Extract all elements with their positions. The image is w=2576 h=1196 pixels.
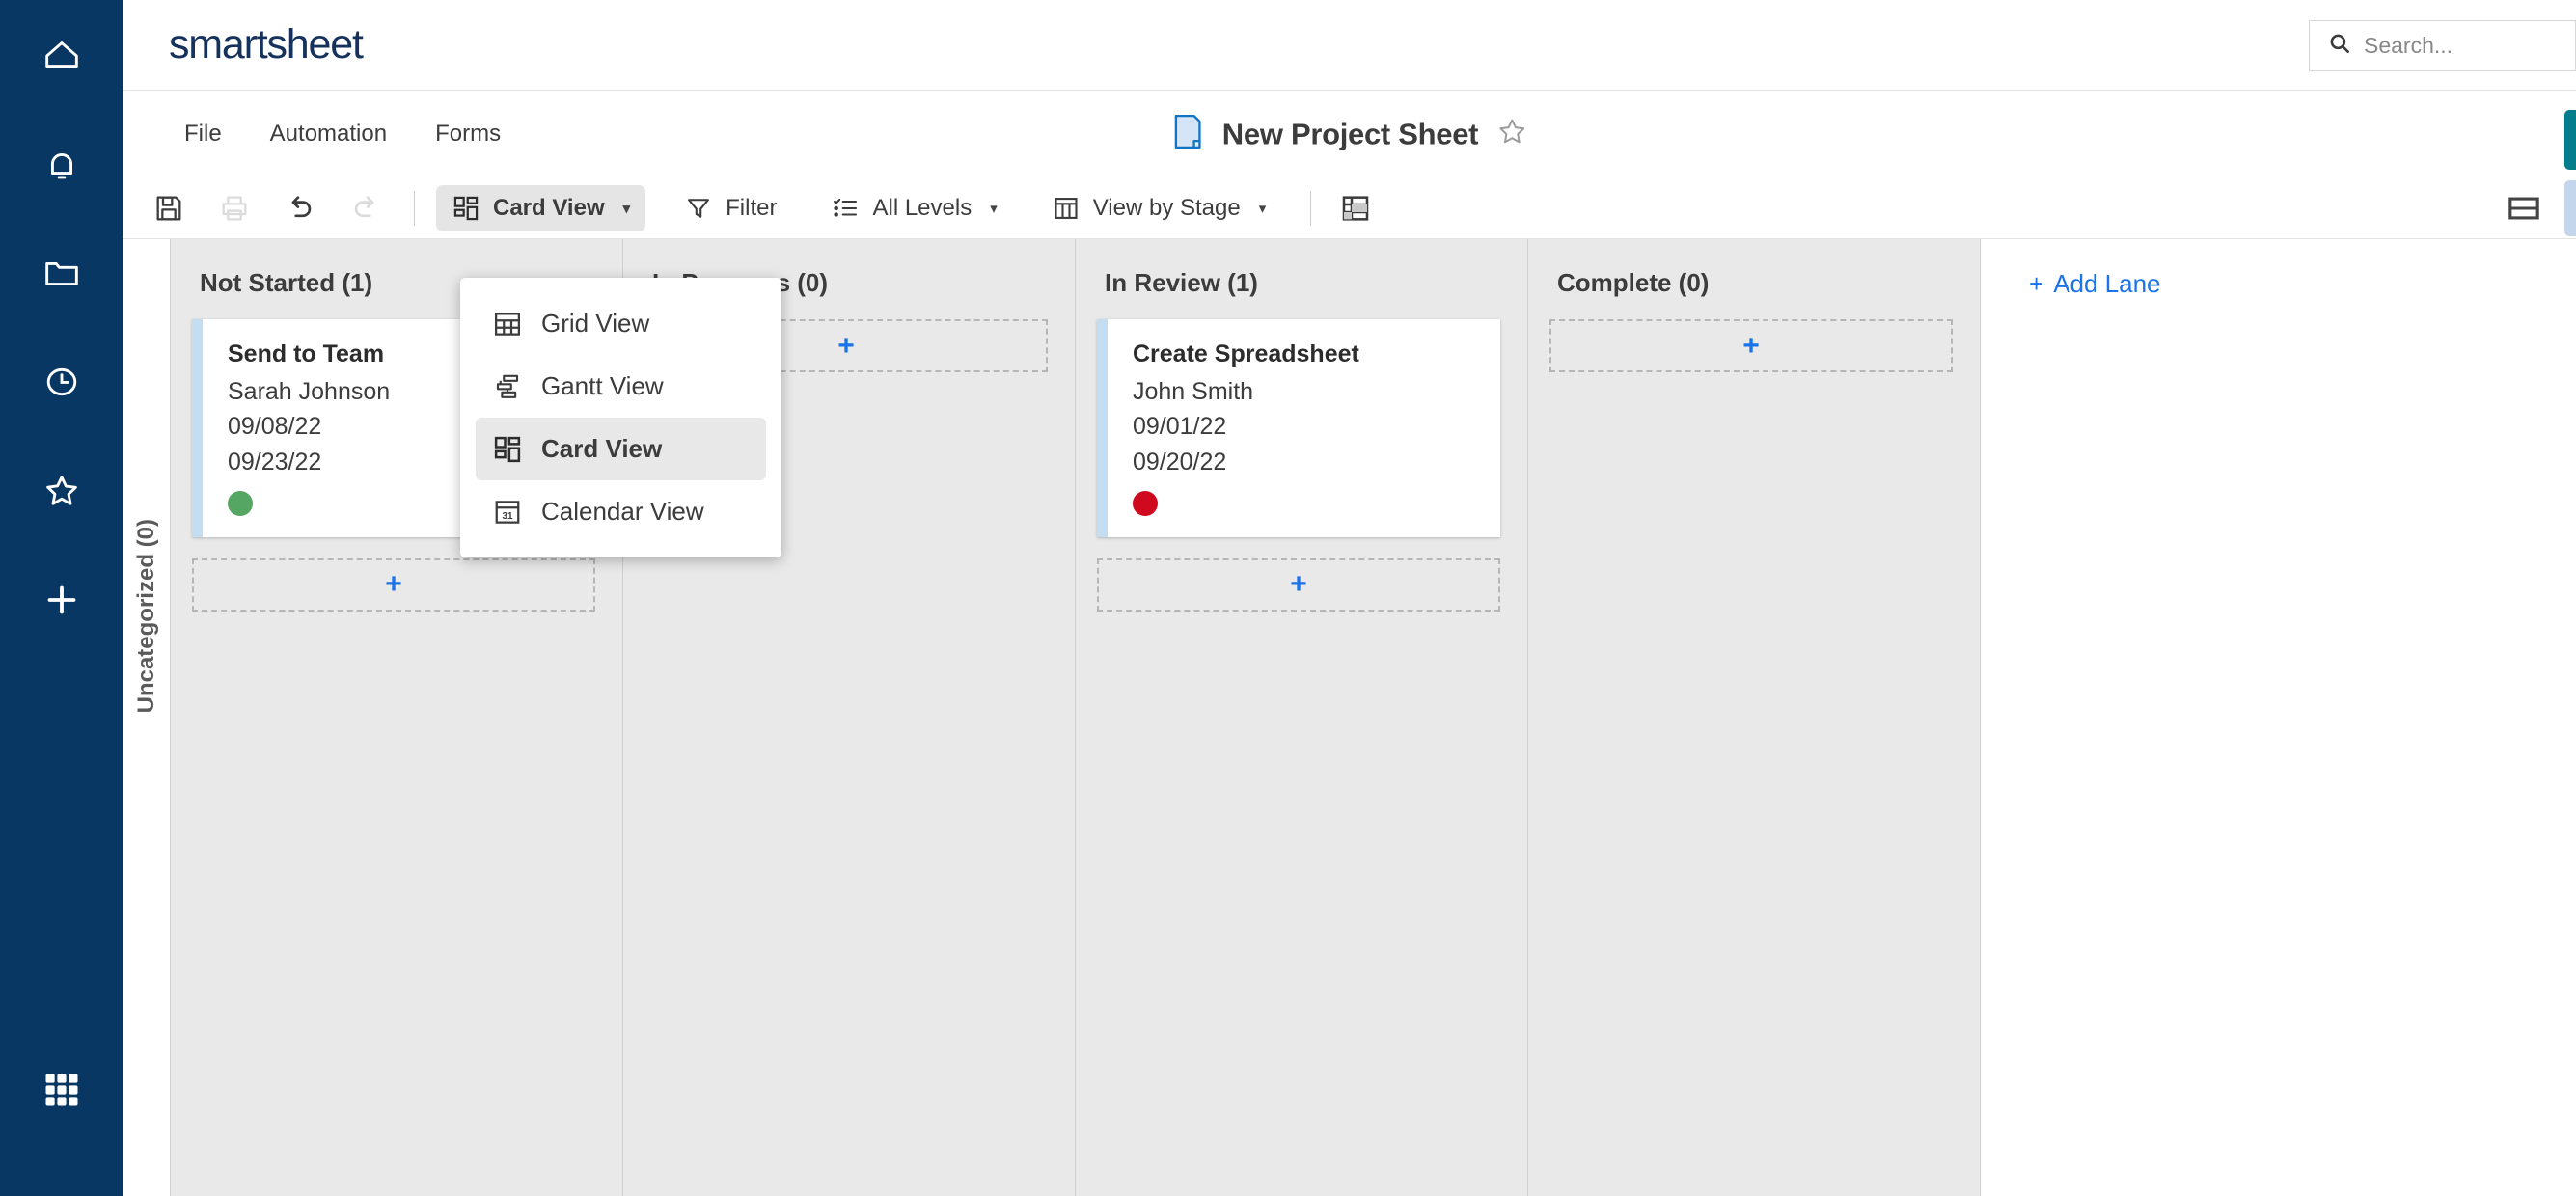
view-by-label: View by Stage bbox=[1092, 194, 1241, 221]
plus-icon: + bbox=[2029, 269, 2044, 298]
card-view-icon bbox=[493, 435, 522, 464]
smartsheet-logo[interactable]: smartsheet bbox=[169, 21, 364, 68]
page-title: New Project Sheet bbox=[1221, 117, 1479, 150]
view-selector-label: Card View bbox=[493, 194, 605, 221]
teal-side-tab[interactable] bbox=[2564, 110, 2576, 170]
lane-title: In Review (1) bbox=[1105, 268, 1258, 297]
card-item[interactable]: Create Spreadsheet John Smith 09/01/22 0… bbox=[1097, 319, 1500, 537]
home-icon[interactable] bbox=[0, 0, 123, 109]
menu-option-label: Grid View bbox=[541, 309, 650, 338]
svg-text:31: 31 bbox=[502, 510, 513, 521]
print-icon[interactable] bbox=[215, 189, 254, 228]
star-icon[interactable] bbox=[0, 436, 123, 545]
card-title: Create Spreadsheet bbox=[1133, 340, 1359, 367]
view-dropdown-menu: Grid View Gantt View Card View 31 Calend… bbox=[460, 278, 781, 557]
levels-button[interactable]: All Levels ▾ bbox=[815, 185, 1012, 231]
filter-label: Filter bbox=[726, 194, 778, 221]
menu-option-gantt-view[interactable]: Gantt View bbox=[476, 355, 766, 418]
toolbar: Card View ▾ Filter All Levels ▾ View by … bbox=[123, 177, 2576, 239]
toolbar-divider-2 bbox=[1310, 190, 1312, 226]
lane-title: Complete (0) bbox=[1557, 268, 1710, 297]
top-bar: smartsheet bbox=[123, 0, 2576, 91]
sheet-title-group: New Project Sheet bbox=[1170, 114, 1528, 155]
menu-option-grid-view[interactable]: Grid View bbox=[476, 292, 766, 355]
toolbar-divider bbox=[414, 190, 415, 226]
blue-side-tab[interactable] bbox=[2564, 180, 2576, 236]
chevron-down-icon: ▾ bbox=[990, 200, 998, 217]
smartsheet-app: smartsheet File Automation Forms New Pro… bbox=[0, 0, 2576, 1196]
menu-option-card-view[interactable]: Card View bbox=[476, 418, 766, 480]
menu-item-forms[interactable]: Forms bbox=[422, 113, 514, 155]
menu-option-calendar-view[interactable]: 31 Calendar View bbox=[476, 480, 766, 543]
swimlane-header[interactable]: Uncategorized (0) bbox=[123, 239, 171, 1196]
clock-icon[interactable] bbox=[0, 327, 123, 436]
card-view-icon bbox=[452, 194, 480, 223]
plus-icon[interactable] bbox=[0, 545, 123, 654]
lanes-container: Not Started (1) Send to Team Sarah Johns… bbox=[171, 239, 1981, 1196]
view-selector-button[interactable]: Card View ▾ bbox=[436, 184, 646, 231]
plus-icon: + bbox=[837, 329, 855, 362]
search-bar[interactable] bbox=[2309, 20, 2576, 71]
lane-complete: Complete (0) + bbox=[1528, 239, 1981, 1196]
view-by-button[interactable]: View by Stage ▾ bbox=[1036, 185, 1282, 231]
levels-label: All Levels bbox=[872, 194, 973, 221]
card-end-date: 09/20/22 bbox=[1133, 448, 1227, 476]
card-start-date: 09/01/22 bbox=[1133, 413, 1227, 441]
split-panel-icon[interactable] bbox=[2505, 189, 2543, 228]
search-input[interactable] bbox=[2364, 33, 2557, 59]
menu-item-file[interactable]: File bbox=[171, 113, 235, 155]
undo-arrow-icon[interactable] bbox=[281, 189, 319, 228]
filter-funnel-icon bbox=[684, 194, 713, 223]
menu-option-label: Card View bbox=[541, 434, 663, 463]
sheet-document-icon bbox=[1170, 114, 1205, 155]
star-outline-icon[interactable] bbox=[1495, 116, 1528, 153]
status-badge bbox=[228, 490, 253, 516]
menu-item-automation[interactable]: Automation bbox=[257, 113, 400, 155]
add-lane-button[interactable]: + Add Lane bbox=[1981, 239, 2560, 299]
gantt-view-icon bbox=[493, 372, 522, 401]
card-assignee: John Smith bbox=[1133, 378, 1254, 405]
add-card-button[interactable]: + bbox=[192, 557, 595, 612]
toolbar-right-group bbox=[2478, 177, 2576, 239]
lane-in-review: In Review (1) Create Spreadsheet John Sm… bbox=[1076, 239, 1528, 1196]
menu-option-label: Calendar View bbox=[541, 497, 704, 526]
columns-icon bbox=[1052, 194, 1081, 223]
left-navigation-rail bbox=[0, 0, 123, 1196]
table-layout-icon[interactable] bbox=[1336, 189, 1375, 228]
menu-bar: File Automation Forms New Project Sheet bbox=[123, 91, 2576, 177]
filter-button[interactable]: Filter bbox=[669, 185, 792, 231]
calendar-view-icon: 31 bbox=[493, 498, 522, 527]
bell-icon[interactable] bbox=[0, 109, 123, 218]
plus-icon: + bbox=[1742, 329, 1760, 362]
chevron-down-icon: ▾ bbox=[1258, 200, 1267, 217]
redo-arrow-icon[interactable] bbox=[346, 189, 385, 228]
add-lane-column: + Add Lane bbox=[1981, 239, 2560, 1196]
plus-icon: + bbox=[385, 568, 402, 601]
search-icon bbox=[2327, 31, 2352, 61]
grid-apps-icon[interactable] bbox=[0, 1061, 123, 1119]
menu-option-label: Gantt View bbox=[541, 371, 664, 400]
save-disk-icon[interactable] bbox=[150, 189, 188, 228]
grid-view-icon bbox=[493, 310, 522, 339]
swimlane-label-text: Uncategorized (0) bbox=[132, 519, 159, 714]
add-card-button[interactable]: + bbox=[1549, 319, 1953, 372]
chevron-down-icon: ▾ bbox=[622, 200, 631, 217]
hierarchy-levels-icon bbox=[831, 194, 860, 223]
folder-icon[interactable] bbox=[0, 218, 123, 327]
plus-icon: + bbox=[1290, 568, 1307, 601]
status-badge bbox=[1133, 490, 1158, 516]
add-card-button[interactable]: + bbox=[1097, 557, 1500, 612]
add-lane-label: Add Lane bbox=[2053, 269, 2161, 298]
